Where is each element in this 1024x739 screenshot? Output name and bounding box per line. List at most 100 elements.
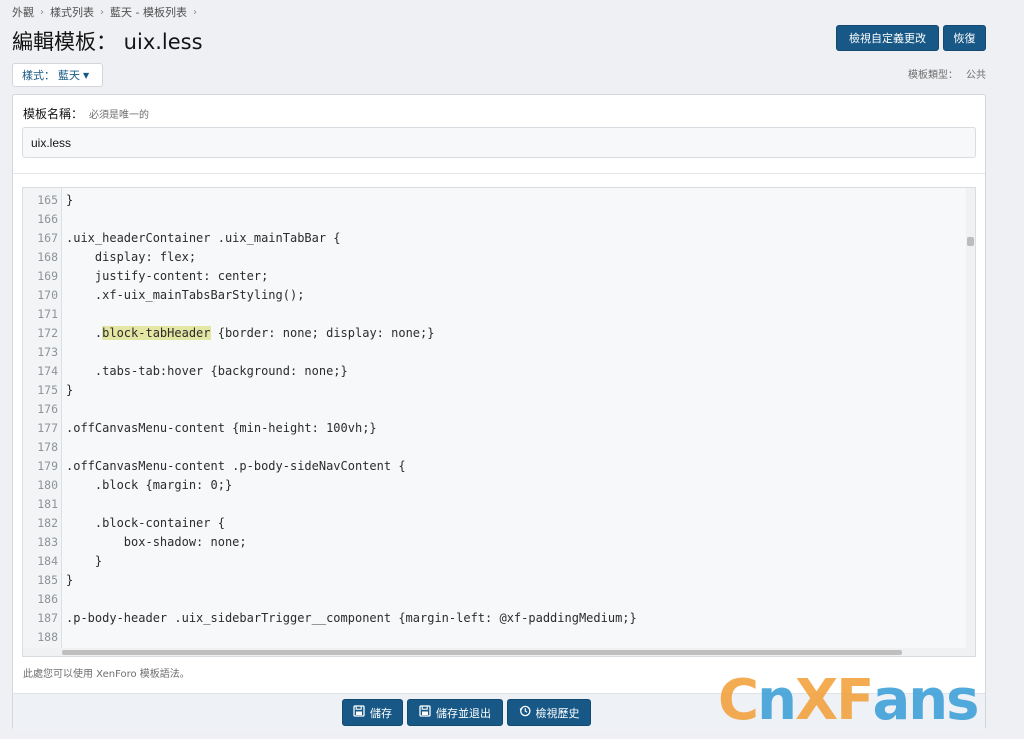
- line-number: 171: [37, 307, 58, 321]
- view-custom-changes-button[interactable]: 檢視自定義更改: [836, 25, 939, 51]
- vertical-scrollbar[interactable]: [966, 188, 975, 656]
- code-text: }: [66, 554, 103, 568]
- horizontal-scrollbar-thumb[interactable]: [62, 650, 902, 655]
- caret-down-icon: ▼: [83, 70, 90, 80]
- code-line: 180 .block {margin: 0;}: [23, 476, 963, 495]
- line-number: 172: [37, 326, 58, 340]
- template-name-hint: 必須是唯一的: [89, 110, 150, 121]
- code-text: .block-tabHeader {border: none; display:…: [66, 326, 435, 340]
- code-line: 170 .xf-uix_mainTabsBarStyling();: [23, 286, 963, 305]
- line-number: 175: [37, 383, 58, 397]
- code-line: 179 .offCanvasMenu-content .p-body-sideNa…: [23, 457, 963, 476]
- save-button[interactable]: 儲存: [342, 699, 403, 726]
- line-number: 182: [37, 516, 58, 530]
- line-number: 177: [37, 421, 58, 435]
- watermark-letter: n: [908, 668, 948, 733]
- watermark-letter: X: [794, 668, 838, 733]
- editor-hint: 此處您可以使用 XenForo 模板語法。: [23, 669, 190, 680]
- code-line: 178: [23, 438, 963, 457]
- watermark-letter: F: [836, 668, 874, 733]
- code-text: .offCanvasMenu-content .p-body-sideNavCo…: [66, 459, 406, 473]
- view-history-button[interactable]: 檢視歷史: [507, 699, 591, 726]
- line-number: 170: [37, 288, 58, 302]
- cnxfans-watermark-logo: C n X F a n s: [718, 668, 979, 733]
- vertical-scrollbar-thumb[interactable]: [967, 237, 974, 246]
- line-number: 173: [37, 345, 58, 359]
- view-history-button-label: 檢視歷史: [535, 706, 580, 720]
- code-text: .xf-uix_mainTabsBarStyling();: [66, 288, 305, 302]
- code-line: 184 }: [23, 552, 963, 571]
- template-type: 模板類型： 公共: [908, 66, 986, 81]
- code-text: box-shadow: none;: [66, 535, 247, 549]
- style-selector-label: 樣式：: [22, 69, 55, 82]
- code-line: 168 display: flex;: [23, 248, 963, 267]
- line-number: 186: [37, 592, 58, 606]
- line-number: 178: [37, 440, 58, 454]
- line-number: 169: [37, 269, 58, 283]
- code-editor[interactable]: 165} 166 167 .uix_headerContainer .uix_main…: [22, 187, 976, 657]
- code-line: 167 .uix_headerContainer .uix_mainTabBar …: [23, 229, 963, 248]
- edit-template-form: 模板名稱： 必須是唯一的 uix.less 165} 166 167 .uix_hea…: [12, 94, 986, 730]
- code-line: 183 box-shadow: none;: [23, 533, 963, 552]
- style-selector[interactable]: 樣式： 藍天 ▼: [12, 63, 103, 87]
- code-line: 173: [23, 343, 963, 362]
- code-text: .p-body-header .uix_sidebarTrigger__comp…: [66, 611, 637, 625]
- line-number: 185: [37, 573, 58, 587]
- save-button-label: 儲存: [370, 706, 392, 720]
- watermark-letter: n: [757, 668, 797, 733]
- line-number: 187: [37, 611, 58, 625]
- line-number: 184: [37, 554, 58, 568]
- breadcrumb-item-templates[interactable]: 藍天 - 模板列表: [110, 4, 187, 20]
- line-number: 168: [37, 250, 58, 264]
- breadcrumb-item-appearance[interactable]: 外觀: [12, 4, 34, 20]
- watermark-letter: s: [946, 668, 979, 733]
- code-line: 186: [23, 590, 963, 609]
- save-and-exit-button[interactable]: 儲存並退出: [407, 699, 503, 726]
- revert-button[interactable]: 恢復: [943, 25, 986, 51]
- watermark-letter: a: [872, 668, 910, 733]
- template-name-label: 模板名稱： 必須是唯一的: [23, 105, 149, 122]
- code-text: }: [66, 573, 74, 587]
- chevron-right-icon: ›: [100, 6, 104, 18]
- watermark-letter: C: [718, 668, 759, 733]
- chevron-right-icon: ›: [40, 6, 44, 18]
- floppy-disk-icon: [419, 705, 431, 720]
- code-text: .block-container {: [66, 516, 225, 530]
- breadcrumb-item-styles[interactable]: 樣式列表: [50, 4, 94, 20]
- divider: [13, 173, 985, 174]
- code-line: 165}: [23, 191, 963, 210]
- line-number: 183: [37, 535, 58, 549]
- template-type-label: 模板類型：: [908, 70, 958, 81]
- code-line: 174 .tabs-tab:hover {background: none;}: [23, 362, 963, 381]
- line-number: 179: [37, 459, 58, 473]
- line-number: 180: [37, 478, 58, 492]
- code-text: .uix_headerContainer .uix_mainTabBar {: [66, 231, 341, 245]
- code-line: 182 .block-container {: [23, 514, 963, 533]
- horizontal-scrollbar[interactable]: [23, 648, 968, 656]
- code-line: 185}: [23, 571, 963, 590]
- code-text: .offCanvasMenu-content {min-height: 100v…: [66, 421, 377, 435]
- code-text: .tabs-tab:hover {background: none;}: [66, 364, 348, 378]
- code-text: }: [66, 193, 74, 207]
- template-name-input[interactable]: uix.less: [22, 127, 976, 158]
- code-line: 176: [23, 400, 963, 419]
- code-line: 166: [23, 210, 963, 229]
- save-and-exit-button-label: 儲存並退出: [436, 706, 491, 720]
- code-text: justify-content: center;: [66, 269, 269, 283]
- line-number: 165: [37, 193, 58, 207]
- code-line: 188: [23, 628, 963, 647]
- page-title: 編輯模板： uix.less: [12, 30, 203, 54]
- line-number: 188: [37, 630, 58, 644]
- breadcrumb: 外觀 › 樣式列表 › 藍天 - 模板列表 ›: [12, 4, 197, 20]
- code-text: .block {margin: 0;}: [66, 478, 233, 492]
- line-number: 181: [37, 497, 58, 511]
- style-selector-value: 藍天: [58, 69, 80, 82]
- code-line: 181: [23, 495, 963, 514]
- code-line: 177 .offCanvasMenu-content {min-height: 1…: [23, 419, 963, 438]
- code-line: 187 .p-body-header .uix_sidebarTrigger__c…: [23, 609, 963, 628]
- code-line: 175}: [23, 381, 963, 400]
- code-line: 171: [23, 305, 963, 324]
- line-number: 176: [37, 402, 58, 416]
- floppy-disk-icon: [353, 705, 365, 720]
- code-line: 169 justify-content: center;: [23, 267, 963, 286]
